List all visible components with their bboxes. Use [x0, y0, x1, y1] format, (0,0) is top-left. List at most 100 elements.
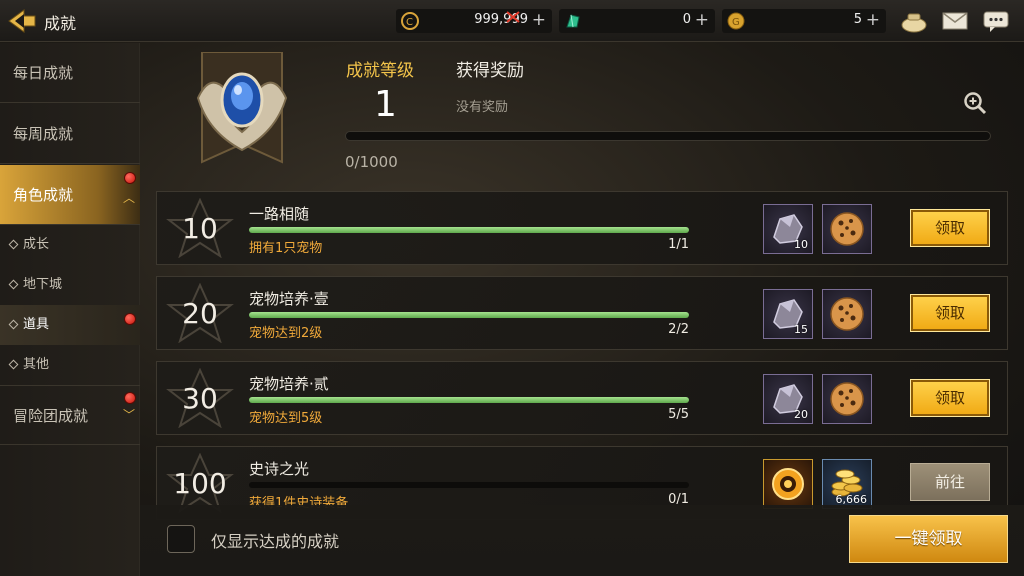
- row-level: 30: [182, 382, 218, 415]
- reward-slot[interactable]: 6,666: [822, 459, 872, 509]
- diamond-bullet-icon: [8, 319, 19, 330]
- svg-text:C: C: [406, 17, 413, 28]
- reward-slot[interactable]: 15: [763, 289, 813, 339]
- chevron-up-icon[interactable]: ︿: [123, 189, 135, 206]
- row-level: 10: [182, 212, 218, 245]
- green-crystal-icon: [566, 14, 580, 28]
- pouch-icon: [901, 13, 927, 33]
- sidebar-sub-other[interactable]: 其他: [0, 345, 140, 385]
- sidebar-item-adventure[interactable]: 冒险团成就: [0, 385, 140, 445]
- back-arrow-icon: [8, 9, 36, 33]
- no-reward-text: 没有奖励: [456, 100, 509, 115]
- achievement-level-label: 成就等级: [346, 61, 414, 81]
- claim-button[interactable]: 领取: [910, 379, 990, 417]
- sidebar-sub-dungeon[interactable]: 地下城: [0, 265, 140, 305]
- notification-dot: [124, 172, 136, 184]
- sidebar-item-label: 每日成就: [13, 64, 74, 82]
- row-progress-fill: [249, 227, 689, 233]
- zoom-in-icon[interactable]: [962, 90, 988, 116]
- row-progress-bar: [249, 227, 689, 233]
- row-progress-fill: [249, 397, 689, 403]
- row-desc: 拥有1只宠物: [249, 241, 323, 256]
- show-completed-checkbox[interactable]: [167, 525, 195, 553]
- top-bar: 成就 C 999,999 + 0 + G 5 +: [0, 0, 1024, 42]
- row-title: 宠物培养·贰: [249, 375, 329, 393]
- token-currency: G 5 +: [722, 9, 886, 33]
- go-to-button[interactable]: 前往: [910, 463, 990, 501]
- sidebar-sub-label: 地下城: [23, 277, 63, 292]
- epic-orb-icon: [772, 468, 804, 500]
- sidebar-item-label: 冒险团成就: [13, 407, 89, 425]
- sidebar-sub-growth[interactable]: 成长: [0, 225, 140, 265]
- crystal-value: 0: [682, 12, 691, 27]
- cookie-icon: [830, 212, 864, 246]
- token-value: 5: [853, 12, 862, 27]
- sidebar-item-character[interactable]: 角色成就: [0, 165, 140, 225]
- diamond-bullet-icon: [8, 279, 19, 290]
- claim-button[interactable]: 领取: [910, 294, 990, 332]
- achievement-row: 10 一路相随 拥有1只宠物 1/1 10 领取: [156, 191, 1008, 265]
- row-title: 一路相随: [249, 205, 310, 223]
- sidebar: 每日成就 每周成就 角色成就 ︿ 成长 地下城 道具 其他 冒险团成就 ﹀: [0, 43, 140, 576]
- row-title: 宠物培养·壹: [249, 290, 329, 308]
- row-progress-bar: [249, 482, 689, 488]
- back-button[interactable]: [6, 6, 38, 36]
- row-level: 20: [182, 297, 218, 330]
- chevron-down-icon[interactable]: ﹀: [123, 406, 135, 423]
- reward-slot[interactable]: [822, 204, 872, 254]
- pouch-button[interactable]: [899, 8, 929, 34]
- reward-slot[interactable]: 10: [763, 204, 813, 254]
- cap-mark-icon: [506, 11, 520, 23]
- sidebar-item-label: 角色成就: [13, 186, 74, 204]
- achievement-level-value: 1: [374, 84, 397, 125]
- achievement-progress-bar: [345, 131, 991, 141]
- row-desc: 宠物达到2级: [249, 326, 323, 341]
- reward-label: 获得奖励: [456, 61, 524, 81]
- show-completed-label: 仅显示达成的成就: [211, 532, 340, 551]
- notification-dot: [124, 392, 136, 404]
- mail-button[interactable]: [940, 8, 970, 34]
- sidebar-item-label: 每周成就: [13, 125, 74, 143]
- reward-slot[interactable]: 20: [763, 374, 813, 424]
- achievement-row: 20 宠物培养·壹 宠物达到2级 2/2 15 领取: [156, 276, 1008, 350]
- mail-icon: [942, 12, 968, 30]
- gold-token-icon: G: [727, 12, 745, 30]
- achievement-row: 30 宠物培养·贰 宠物达到5级 5/5 20 领取: [156, 361, 1008, 435]
- notification-dot: [124, 313, 136, 325]
- sidebar-item-daily[interactable]: 每日成就: [0, 43, 140, 103]
- row-progress-fill: [249, 312, 689, 318]
- crystal-currency: 0 +: [559, 9, 715, 33]
- achievement-rank-badge-icon: [196, 52, 288, 164]
- claim-button[interactable]: 领取: [910, 209, 990, 247]
- crystal-add-button[interactable]: +: [695, 10, 709, 30]
- coin-icon: C: [401, 12, 419, 30]
- cookie-icon: [830, 382, 864, 416]
- reward-slot[interactable]: [763, 459, 813, 509]
- row-title: 史诗之光: [249, 460, 310, 478]
- cookie-icon: [830, 297, 864, 331]
- gold-currency: C 999,999 +: [396, 9, 552, 33]
- gold-add-button[interactable]: +: [532, 10, 546, 30]
- sidebar-item-weekly[interactable]: 每周成就: [0, 104, 140, 164]
- claim-all-button[interactable]: 一键领取: [849, 515, 1008, 563]
- row-count: 5/5: [668, 407, 689, 422]
- row-progress-bar: [249, 312, 689, 318]
- chat-icon: [983, 11, 1009, 32]
- reward-qty: 15: [794, 323, 808, 336]
- page-title: 成就: [44, 14, 77, 33]
- svg-text:G: G: [732, 17, 740, 28]
- diamond-bullet-icon: [8, 359, 19, 370]
- sidebar-sub-items[interactable]: 道具: [0, 305, 140, 345]
- row-desc: 宠物达到5级: [249, 411, 323, 426]
- reward-slot[interactable]: [822, 374, 872, 424]
- reward-slot[interactable]: [822, 289, 872, 339]
- achievement-progress-text: 0/1000: [345, 153, 398, 171]
- sidebar-sub-label: 道具: [23, 317, 50, 332]
- row-count: 2/2: [668, 322, 689, 337]
- row-count: 1/1: [668, 237, 689, 252]
- row-level: 100: [173, 467, 227, 500]
- token-add-button[interactable]: +: [866, 10, 880, 30]
- reward-qty: 10: [794, 238, 808, 251]
- sidebar-sub-label: 其他: [23, 357, 50, 372]
- chat-button[interactable]: [981, 8, 1011, 34]
